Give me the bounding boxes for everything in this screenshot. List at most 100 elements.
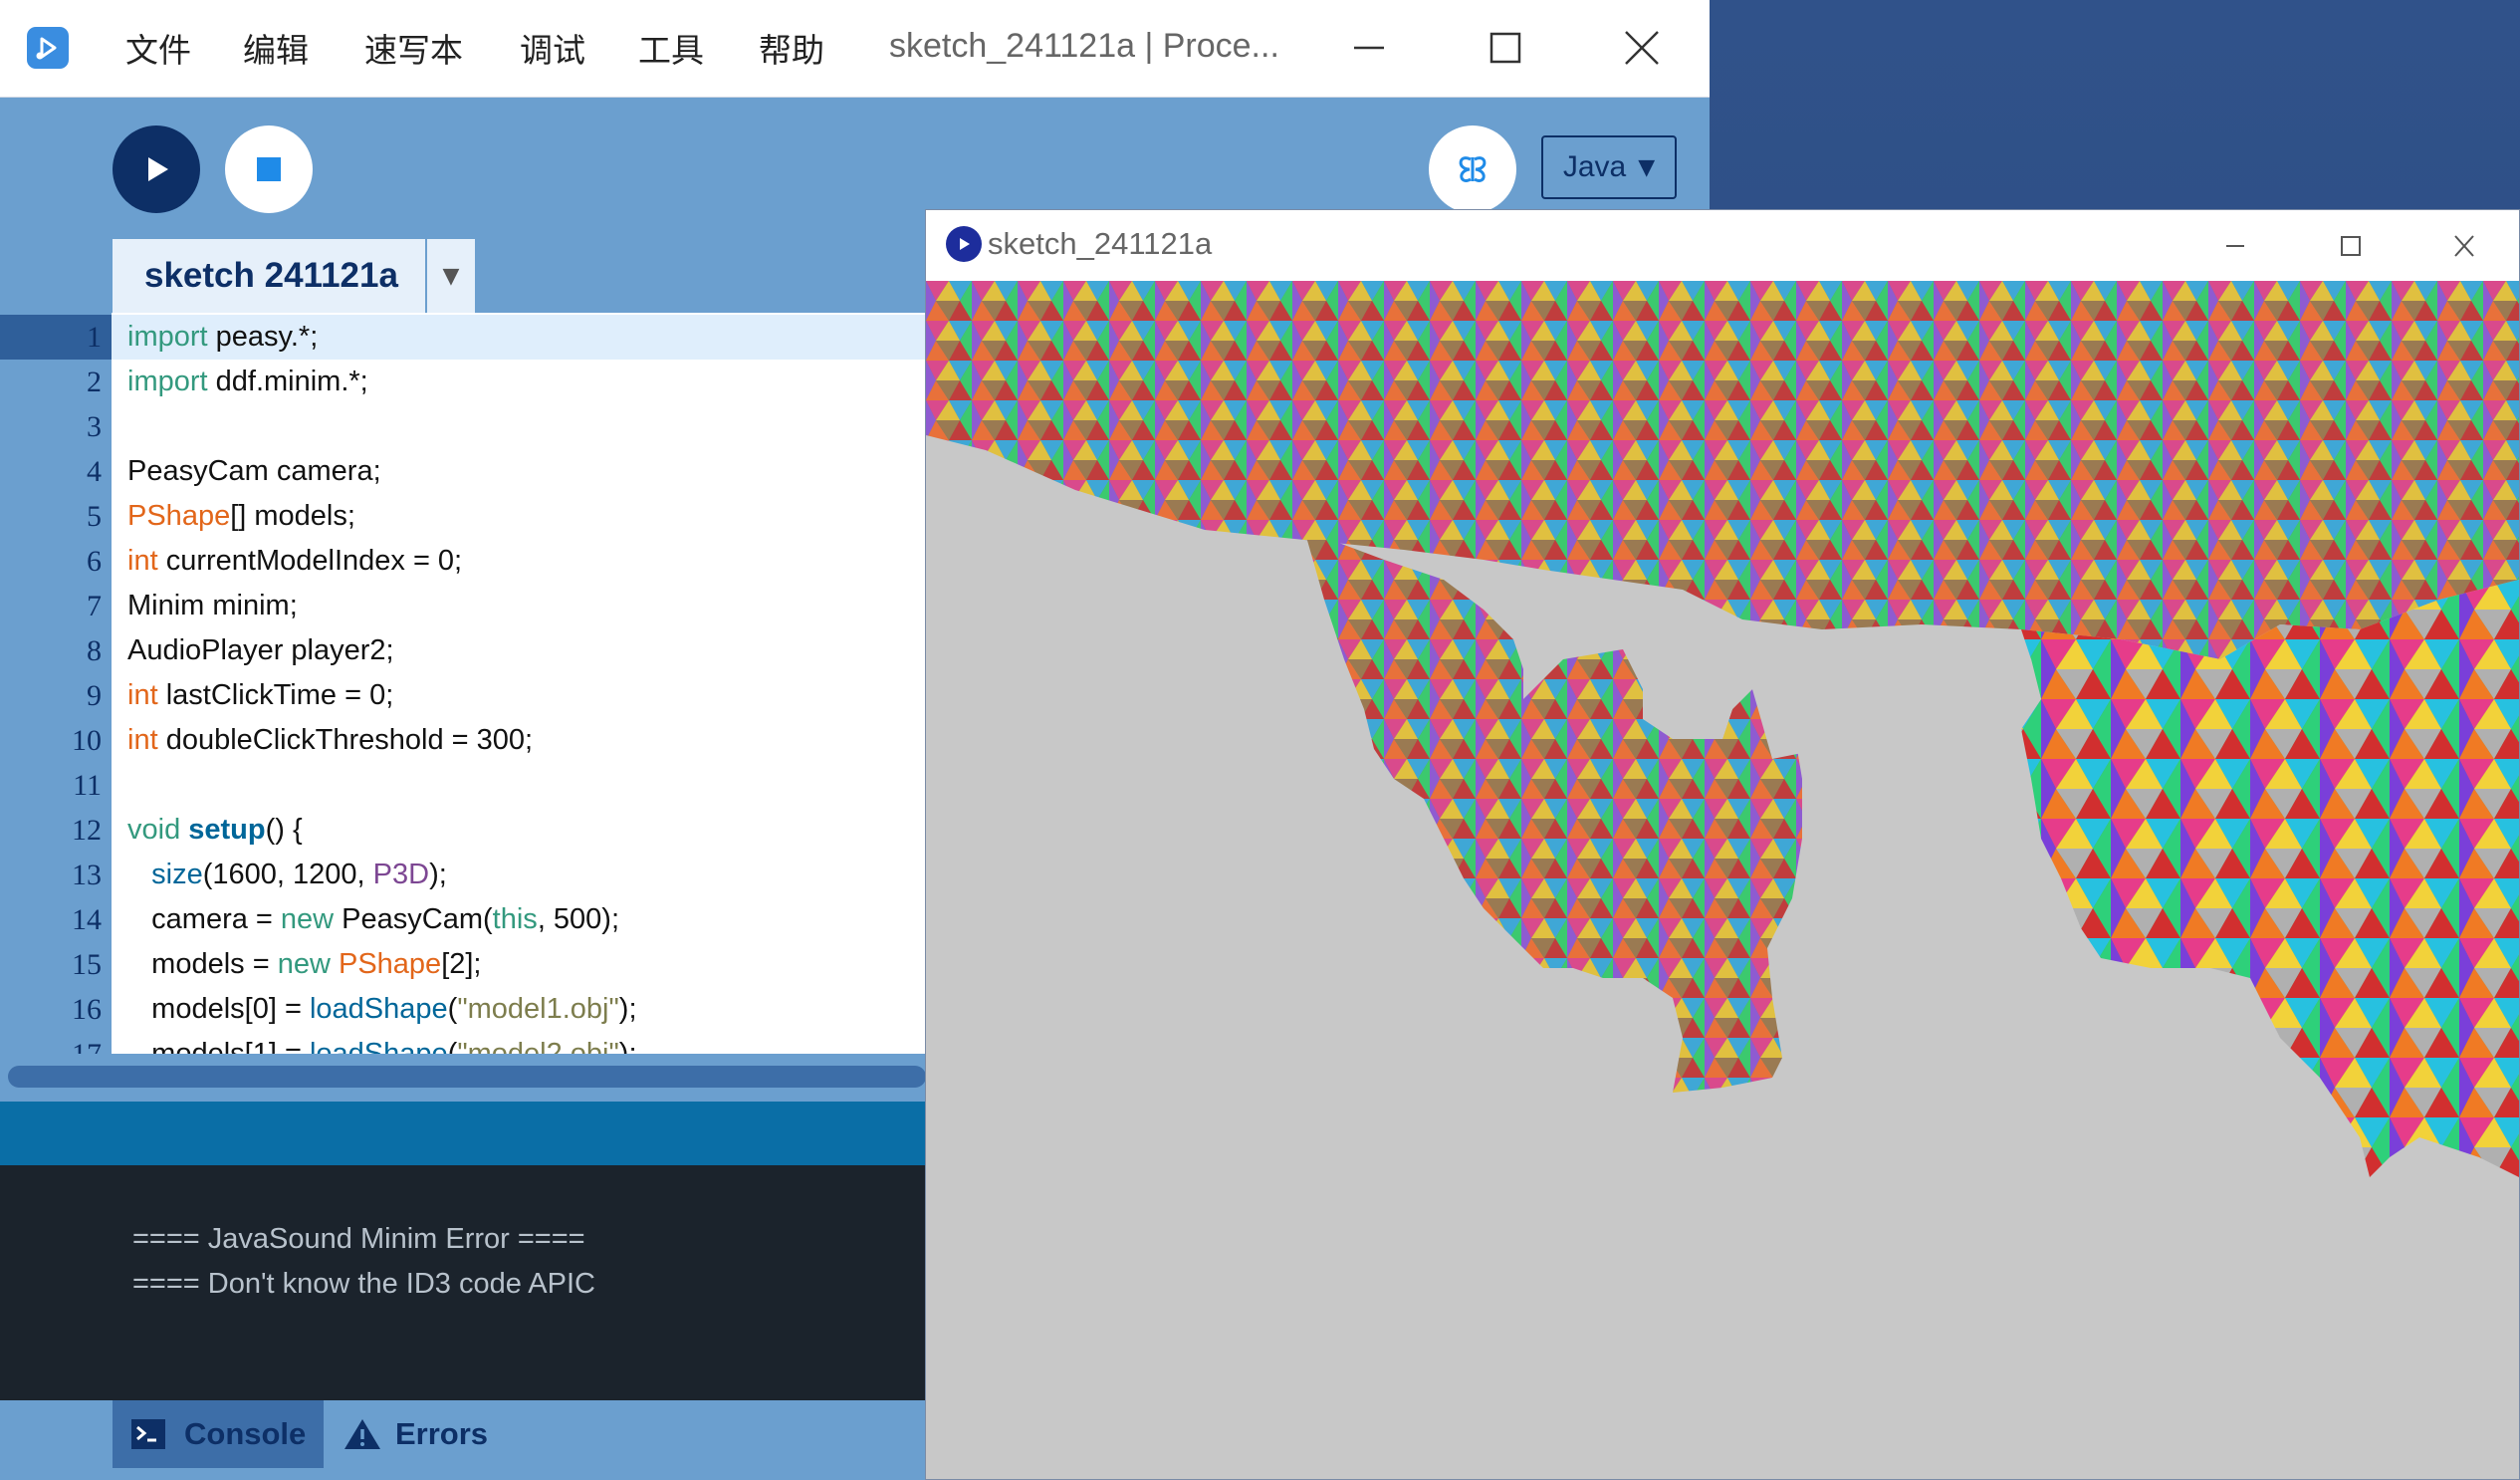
code-text: size(1600, 1200, P3D); — [151, 859, 447, 890]
code-line[interactable]: 9 int lastClickTime = 0; — [0, 673, 926, 718]
code-line[interactable]: 17 models[1] = loadShape("model2.obj"); — [0, 1032, 926, 1054]
code-text: models[1] = loadShape("model2.obj"); — [127, 1038, 637, 1054]
code-line[interactable]: 14 camera = new PeasyCam(this, 500); — [0, 897, 926, 942]
play-icon — [148, 157, 168, 181]
warning-icon — [344, 1419, 380, 1449]
minimize-icon — [1354, 46, 1384, 50]
code-text: import peasy.*; — [127, 321, 319, 353]
code-line[interactable]: 12 void setup() { — [0, 808, 926, 853]
code-text: import ddf.minim.*; — [127, 366, 368, 397]
code-text: models[0] = loadShape("model1.obj"); — [127, 993, 637, 1025]
window-title: sketch_241121a | Proce... — [889, 27, 1279, 65]
tab-console[interactable]: Console — [113, 1400, 324, 1468]
sketch-titlebar[interactable]: sketch_241121a — [926, 210, 2519, 281]
status-message-bar — [0, 1102, 926, 1165]
menu-edit[interactable]: 编辑 — [243, 24, 309, 72]
menu-debug[interactable]: 调试 — [520, 24, 585, 72]
tab-errors-label: Errors — [395, 1416, 489, 1451]
line-number: 17 — [0, 1032, 112, 1054]
code-line[interactable]: 4 PeasyCam camera; — [0, 449, 926, 494]
menu-file[interactable]: 文件 — [125, 24, 191, 72]
code-line[interactable]: 2 import ddf.minim.*; — [0, 360, 926, 404]
stop-button[interactable] — [225, 125, 313, 213]
maximize-icon — [2341, 236, 2361, 256]
code-text: Minim minim; — [127, 590, 298, 621]
code-text: int currentModelIndex = 0; — [127, 545, 463, 577]
line-number: 3 — [87, 410, 102, 443]
code-line[interactable]: 15 models = new PShape[2]; — [0, 942, 926, 987]
line-number: 7 — [87, 590, 102, 622]
line-number: 11 — [73, 769, 102, 802]
code-line[interactable]: 11 — [0, 763, 926, 808]
line-number: 6 — [87, 545, 102, 578]
maximize-icon — [1489, 32, 1521, 64]
code-line[interactable]: 1 import peasy.*; — [0, 315, 926, 360]
code-line[interactable]: 6 int currentModelIndex = 0; — [0, 539, 926, 584]
code-text: void setup() { — [127, 814, 303, 846]
mode-label: Java — [1562, 150, 1627, 183]
footer-tab-bar: Console Errors — [0, 1400, 926, 1480]
sketch-canvas[interactable] — [926, 281, 2519, 1479]
code-editor[interactable]: 1 import peasy.*; 2 import ddf.minim.*; … — [0, 313, 926, 1054]
line-number: 15 — [72, 948, 102, 981]
sketch-window: sketch_241121a — [925, 209, 2520, 1480]
line-number: 1 — [0, 315, 112, 360]
tab-sketch[interactable]: sketch 241121a — [113, 239, 425, 313]
minimize-button[interactable] — [1339, 20, 1399, 76]
sketch-close-button[interactable] — [2439, 228, 2489, 264]
debug-button[interactable] — [1429, 125, 1516, 213]
close-icon — [1625, 31, 1659, 65]
code-line[interactable]: 13 size(1600, 1200, P3D); — [0, 853, 926, 897]
scrollbar-thumb[interactable] — [8, 1066, 926, 1088]
code-line[interactable]: 8 AudioPlayer player2; — [0, 628, 926, 673]
sketch-minimize-button[interactable] — [2210, 228, 2260, 264]
processing-app-icon[interactable] — [27, 27, 69, 69]
tab-menu-button[interactable]: ▼ — [427, 239, 475, 313]
butterfly-debug-icon — [1459, 156, 1487, 182]
code-line[interactable]: 7 Minim minim; — [0, 584, 926, 628]
line-number: 10 — [72, 724, 102, 757]
line-number: 13 — [72, 859, 102, 891]
code-line[interactable]: 3 — [0, 404, 926, 449]
minimize-icon — [2226, 245, 2244, 247]
line-number: 9 — [87, 679, 102, 712]
code-line[interactable]: 5 PShape[] models; — [0, 494, 926, 539]
menu-help[interactable]: 帮助 — [759, 24, 824, 72]
processing-run-icon — [946, 226, 982, 262]
code-text: int doubleClickThreshold = 300; — [127, 724, 534, 756]
console-line: ==== Don't know the ID3 code APIC — [132, 1268, 595, 1300]
close-button[interactable] — [1612, 20, 1672, 76]
chevron-down-icon: ▼ — [1638, 154, 1656, 180]
tab-label: sketch 241121a — [144, 256, 398, 295]
line-number: 14 — [72, 903, 102, 936]
horizontal-scrollbar[interactable] — [0, 1054, 926, 1102]
line-number: 16 — [72, 993, 102, 1026]
console-panel: ==== JavaSound Minim Error ==== ==== Don… — [0, 1165, 926, 1400]
code-text: int lastClickTime = 0; — [127, 679, 394, 711]
sketch-maximize-button[interactable] — [2325, 228, 2375, 264]
line-number: 8 — [87, 634, 102, 667]
line-number: 12 — [72, 814, 102, 847]
line-number: 2 — [87, 366, 102, 398]
menu-sketch[interactable]: 速写本 — [364, 24, 463, 72]
rendered-mesh-view — [926, 281, 2519, 1177]
code-text: PeasyCam camera; — [127, 455, 381, 487]
line-number: 4 — [87, 455, 102, 488]
chevron-down-icon: ▼ — [442, 263, 460, 289]
stop-icon — [257, 157, 281, 181]
run-button[interactable] — [113, 125, 200, 213]
code-line[interactable]: 16 models[0] = loadShape("model1.obj"); — [0, 987, 926, 1032]
code-text: PShape[] models; — [127, 500, 355, 532]
tab-console-label: Console — [184, 1416, 307, 1451]
maximize-button[interactable] — [1476, 20, 1535, 76]
line-number: 5 — [87, 500, 102, 533]
console-line: ==== JavaSound Minim Error ==== — [132, 1223, 585, 1255]
close-icon — [2454, 235, 2474, 257]
code-text: models = new PShape[2]; — [127, 948, 482, 980]
menu-tools[interactable]: 工具 — [638, 24, 704, 72]
code-line[interactable]: 10 int doubleClickThreshold = 300; — [0, 718, 926, 763]
tab-errors[interactable]: Errors — [344, 1400, 543, 1468]
sketch-window-title: sketch_241121a — [988, 226, 1213, 261]
mode-selector[interactable]: Java ▼ — [1541, 135, 1677, 199]
ide-titlebar: 文件 编辑 速写本 调试 工具 帮助 sketch_241121a | Proc… — [0, 0, 1710, 98]
